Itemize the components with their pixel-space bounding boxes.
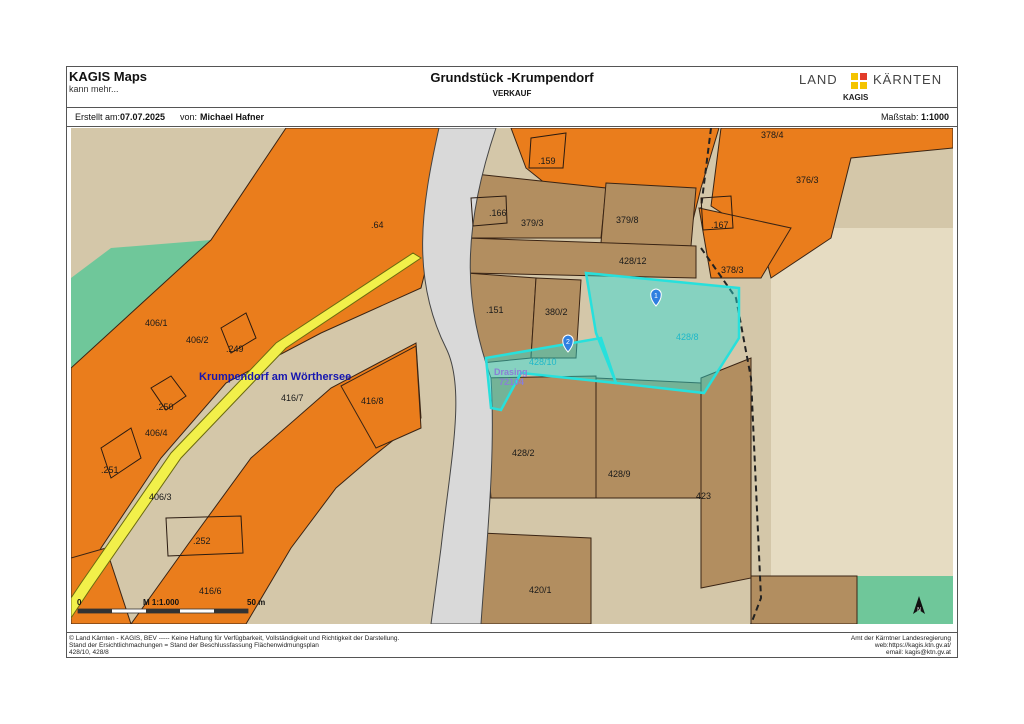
parcel-label-379-8: 379/8 — [616, 215, 639, 225]
footer-status-note: Stand der Ersichtlichmachungen = Stand d… — [69, 642, 319, 650]
map-canvas[interactable]: 1 2 378/4 376/3 .159 .166 379/3 379/8 .1… — [71, 128, 953, 624]
parcel-southeast — [750, 575, 858, 624]
light-area — [771, 228, 953, 624]
parcel-423 — [700, 357, 752, 589]
green-zone-southeast — [857, 576, 953, 624]
coat-of-arms-icon — [851, 73, 867, 89]
parcel-label-406-4: 406/4 — [145, 428, 168, 438]
created-date: 07.07.2025 — [120, 112, 166, 122]
footer-authority: Amt der Kärntner Landesregierung — [850, 635, 951, 642]
parcel-label-166: .166 — [489, 208, 507, 218]
parcel-label-252: .252 — [193, 536, 211, 546]
logo-text-kaernten: KÄRNTEN — [873, 72, 943, 87]
parcel-label-416-7: 416/7 — [281, 393, 304, 403]
created-label: Erstellt am: — [75, 112, 121, 122]
footer: © Land Kärnten - KAGIS, BEV ----- Keine … — [67, 632, 957, 659]
place-label: Krumpendorf am Wörthersee — [199, 371, 351, 383]
parcel-label-378-4: 378/4 — [761, 130, 784, 140]
footer-left: © Land Kärnten - KAGIS, BEV ----- Keine … — [69, 635, 399, 657]
parcel-label-379-3: 379/3 — [521, 218, 544, 228]
footer-web-link[interactable]: web:https://kagis.ktn.gv.at/ — [851, 642, 951, 649]
parcel-label-64: .64 — [371, 220, 384, 230]
print-frame: KAGIS Maps kann mehr... Grundstück -Krum… — [66, 66, 958, 658]
parcel-label-251: .251 — [101, 465, 119, 475]
author-name: Michael Hafner — [200, 112, 265, 122]
parcel-label-406-3: 406/3 — [149, 492, 172, 502]
footer-disclaimer: © Land Kärnten - KAGIS, BEV ----- Keine … — [69, 635, 400, 642]
locality-label-drasing: Drasing — [494, 367, 528, 377]
svg-text:N: N — [917, 607, 921, 613]
parcel-label-151: .151 — [486, 305, 504, 315]
map-view[interactable]: 1 2 378/4 376/3 .159 .166 379/3 379/8 .1… — [71, 128, 953, 624]
footer-email-link[interactable]: email: kagis@ktn.gv.at — [851, 649, 951, 656]
footer-right: Amt der Kärntner Landesregierung web:htt… — [851, 635, 951, 657]
parcel-label-378-3: 378/3 — [721, 265, 744, 275]
parcel-label-380-2: 380/2 — [545, 307, 568, 317]
scale-bar-zero: 0 — [77, 598, 82, 607]
marker-1-label: 1 — [654, 293, 658, 300]
marker-2-label: 2 — [566, 339, 570, 346]
parcel-label-376-3: 376/3 — [796, 175, 819, 185]
parcel-label-406-1: 406/1 — [145, 318, 168, 328]
scale-info: Maßstab: 1:1000 — [881, 112, 949, 122]
parcel-label-416-8: 416/8 — [361, 396, 384, 406]
header: KAGIS Maps kann mehr... Grundstück -Krum… — [67, 67, 957, 108]
parcel-label-159: .159 — [538, 156, 556, 166]
scale-bar-label: M 1:1.000 — [143, 598, 180, 607]
parcel-428-9 — [595, 377, 702, 499]
parcel-label-428-12: 428/12 — [619, 256, 647, 266]
scale-label: Maßstab: — [880, 112, 919, 122]
parcel-420-1 — [480, 532, 592, 624]
parcel-label-428-2: 428/2 — [512, 448, 535, 458]
parcel-label-428-10: 428/10 — [529, 357, 557, 367]
parcel-label-250: .250 — [156, 402, 174, 412]
parcel-label-416-6: 416/6 — [199, 586, 222, 596]
parcel-label-428-8: 428/8 — [676, 332, 699, 342]
parcel-label-428-9: 428/9 — [608, 469, 631, 479]
scale-bar-end: 50 m — [247, 598, 265, 607]
parcel-label-167: .167 — [711, 220, 729, 230]
author-label: von: — [180, 112, 198, 122]
parcel-label-249: .249 — [226, 344, 244, 354]
info-bar: Erstellt am: 07.07.2025 von: Michael Haf… — [67, 108, 957, 127]
logo-text-kagis: KAGIS — [843, 93, 869, 102]
parcel-label-420-1: 420/1 — [529, 585, 552, 595]
parcel-label-423: 423 — [696, 491, 711, 501]
logo-text-land: LAND — [799, 72, 838, 87]
land-kaernten-logo: LAND KÄRNTEN KAGIS — [797, 72, 947, 104]
scale-value: 1:1000 — [920, 112, 949, 122]
locality-label-number: 72104 — [499, 377, 524, 387]
parcel-label-406-2: 406/2 — [186, 335, 209, 345]
footer-parcels: 428/10, 428/8 — [69, 649, 109, 657]
